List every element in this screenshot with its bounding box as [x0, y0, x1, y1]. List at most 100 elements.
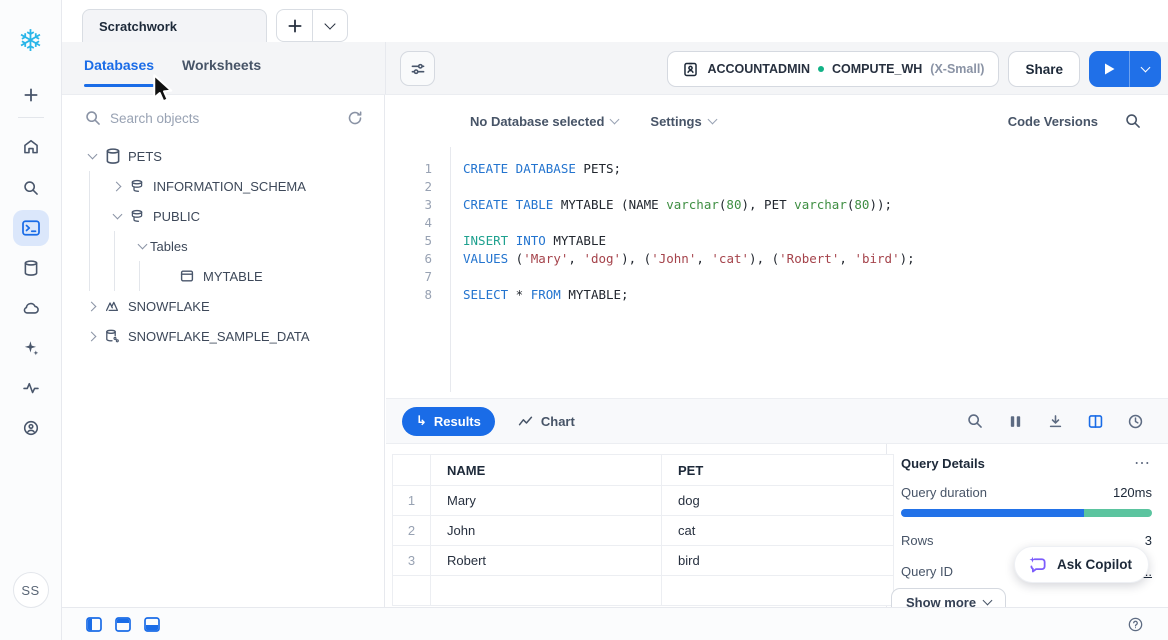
database-icon: [104, 147, 120, 165]
show-more-button[interactable]: Show more: [891, 588, 1006, 607]
tab-worksheets[interactable]: Worksheets: [182, 53, 261, 83]
app-icon: [104, 298, 120, 314]
table-cell[interactable]: bird: [662, 546, 894, 576]
database-selector[interactable]: No Database selected: [470, 114, 618, 129]
search-objects-input[interactable]: [110, 111, 338, 126]
plus-icon[interactable]: [13, 77, 49, 113]
worksheet-tab-label: Scratchwork: [99, 19, 177, 34]
schema-icon: [129, 178, 145, 194]
line-number: 4: [386, 214, 432, 232]
code-versions-button[interactable]: Code Versions: [1008, 114, 1098, 129]
tree-item-label: SNOWFLAKE: [128, 299, 210, 314]
object-explorer-sidebar: PETSINFORMATION_SCHEMA PUBLIC TablesMYTABL…: [62, 95, 385, 607]
settings-label: Settings: [650, 114, 701, 129]
line-number: 2: [386, 178, 432, 196]
role-label: ACCOUNTADMIN: [707, 62, 810, 76]
refresh-icon[interactable]: [346, 109, 364, 127]
kebab-menu-icon[interactable]: ⋯: [1134, 460, 1152, 468]
chevron-down-icon[interactable]: [134, 244, 150, 248]
row-number-cell: 1: [393, 486, 431, 516]
sql-code[interactable]: CREATE DATABASE PETS; CREATE TABLE MYTAB…: [451, 147, 915, 392]
chevron-down-icon: [610, 115, 620, 125]
tree-item-snowflake[interactable]: SNOWFLAKE: [62, 291, 384, 321]
table-cell[interactable]: Mary: [431, 486, 662, 516]
chevron-right-icon[interactable]: [84, 333, 100, 340]
share-button[interactable]: Share: [1008, 51, 1080, 87]
query-duration-label: Query duration: [901, 485, 987, 500]
admin-icon[interactable]: [13, 410, 49, 446]
table-row[interactable]: 2Johncat: [393, 516, 894, 546]
tree-item-pets[interactable]: PETS: [62, 141, 384, 171]
user-avatar[interactable]: SS: [13, 572, 49, 608]
run-button[interactable]: [1089, 51, 1129, 87]
history-icon[interactable]: [1127, 413, 1144, 430]
table-cell-empty: [393, 576, 431, 606]
toggle-top-panel-icon[interactable]: [115, 617, 131, 632]
rail-divider: [18, 117, 44, 118]
tree-item-snowflake_sample_data[interactable]: SNOWFLAKE_SAMPLE_DATA: [62, 321, 384, 351]
column-header-name[interactable]: NAME: [431, 455, 662, 486]
chevron-right-icon[interactable]: [84, 303, 100, 310]
tab-databases[interactable]: Databases: [84, 53, 154, 83]
display-settings-button[interactable]: [400, 51, 435, 86]
table-row[interactable]: 1Marydog: [393, 486, 894, 516]
table-cell[interactable]: dog: [662, 486, 894, 516]
table-cell[interactable]: cat: [662, 516, 894, 546]
column-header-pet[interactable]: PET: [662, 455, 894, 486]
search-icon[interactable]: [1124, 112, 1142, 130]
home-icon[interactable]: [13, 129, 49, 165]
line-number: 8: [386, 286, 432, 304]
shared-database-icon: [104, 328, 120, 344]
split-panel-icon[interactable]: [1087, 413, 1104, 430]
ask-copilot-button[interactable]: Ask Copilot: [1014, 546, 1149, 583]
tree-item-tables[interactable]: Tables: [62, 231, 384, 261]
help-icon[interactable]: [1127, 616, 1144, 633]
toggle-bottom-panel-icon[interactable]: [144, 617, 160, 632]
worksheet-panel: No Database selected Settings Code Versi…: [386, 95, 1168, 607]
search-icon: [84, 109, 102, 127]
tree-item-public[interactable]: PUBLIC: [62, 201, 384, 231]
tree-item-label: PUBLIC: [153, 209, 200, 224]
download-icon[interactable]: [1047, 413, 1064, 430]
tab-list-chevron-button[interactable]: [312, 10, 347, 41]
tree-item-mytable[interactable]: MYTABLE: [62, 261, 384, 291]
table-row[interactable]: 3Robertbird: [393, 546, 894, 576]
chevron-right-icon[interactable]: [109, 183, 125, 190]
code-line: [463, 268, 915, 286]
new-tab-button[interactable]: [277, 10, 312, 41]
line-number: 5: [386, 232, 432, 250]
columns-icon[interactable]: [1007, 413, 1024, 430]
session-context-selector[interactable]: ACCOUNTADMIN COMPUTE_WH (X-Small): [667, 51, 999, 87]
worksheet-tab[interactable]: Scratchwork: [82, 9, 267, 43]
chevron-down-icon[interactable]: [109, 214, 125, 218]
tab-chart[interactable]: Chart: [517, 413, 575, 430]
query-duration-value: 120ms: [1113, 485, 1152, 500]
chevron-down-icon[interactable]: [84, 154, 100, 158]
worksheets-icon[interactable]: [13, 210, 49, 246]
ai-icon[interactable]: [13, 330, 49, 366]
tree-indent-guide: [114, 261, 134, 291]
tree-item-information_schema[interactable]: INFORMATION_SCHEMA: [62, 171, 384, 201]
sidebar-tabs: Databases Worksheets: [84, 42, 261, 94]
row-number-header[interactable]: [393, 455, 431, 486]
cloud-icon[interactable]: [13, 290, 49, 326]
data-icon[interactable]: [13, 250, 49, 286]
code-line: [463, 178, 915, 196]
row-number-cell: 3: [393, 546, 431, 576]
code-line: VALUES ('Mary', 'dog'), ('John', 'cat'),…: [463, 250, 915, 268]
activity-icon[interactable]: [13, 370, 49, 406]
search-results-icon[interactable]: [966, 412, 984, 430]
tab-results[interactable]: ↳ Results: [402, 407, 495, 436]
line-number: 6: [386, 250, 432, 268]
sql-editor[interactable]: 12345678 CREATE DATABASE PETS; CREATE TA…: [386, 147, 1168, 392]
line-number: 3: [386, 196, 432, 214]
search-icon[interactable]: [13, 170, 49, 206]
table-cell-empty: [662, 576, 894, 606]
table-cell[interactable]: Robert: [431, 546, 662, 576]
results-table[interactable]: NAMEPET1Marydog2Johncat3Robertbird: [392, 454, 894, 606]
results-tab-label: Results: [434, 414, 481, 429]
run-options-button[interactable]: [1129, 51, 1161, 87]
table-cell[interactable]: John: [431, 516, 662, 546]
toggle-left-panel-icon[interactable]: [86, 617, 102, 632]
settings-dropdown[interactable]: Settings: [650, 114, 715, 129]
